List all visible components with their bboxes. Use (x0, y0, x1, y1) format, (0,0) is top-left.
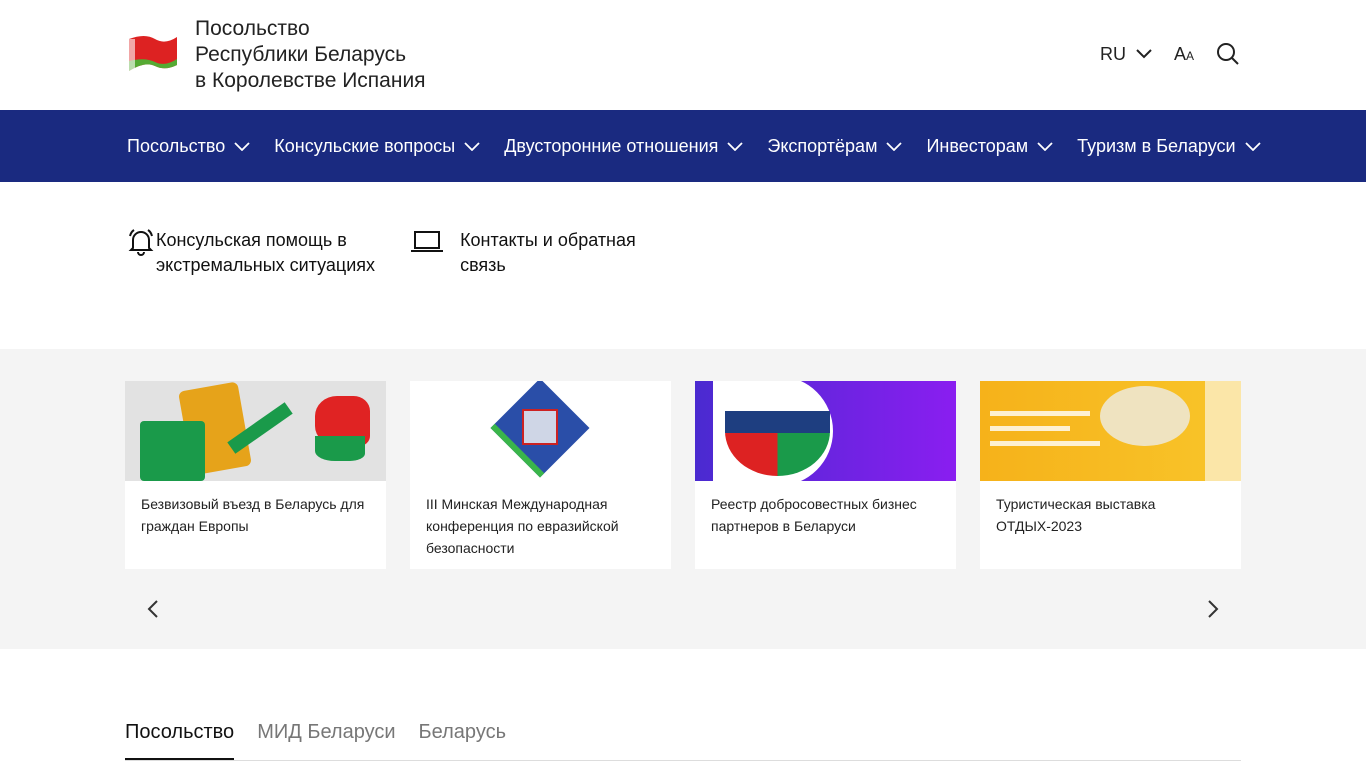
news-image-visa-free (125, 381, 386, 481)
quick-link-contacts[interactable]: Контакты и обратная связь (410, 228, 670, 278)
quick-link-label: Контакты и обратная связь (460, 230, 636, 275)
nav-label: Посольство (127, 135, 226, 156)
nav-label: Экспортёрам (767, 135, 878, 156)
chevron-down-icon (886, 141, 903, 151)
quick-link-label: Консульская помощь в экстремальных ситуа… (155, 230, 376, 275)
nav-item-consular[interactable]: Консульские вопросы (274, 136, 480, 157)
news-title: Туристическая выставка ОТДЫХ-2023 (996, 496, 1156, 534)
title-line: в Королевстве Испания (195, 69, 426, 92)
search-icon[interactable] (1216, 42, 1240, 66)
font-size-small: A (1185, 48, 1194, 63)
chevron-down-icon (1244, 141, 1261, 151)
main-nav: Посольство Консульские вопросы Двусторон… (0, 110, 1366, 182)
carousel-prev-button[interactable] (146, 599, 160, 619)
nav-label: Двусторонние отношения (504, 135, 719, 156)
tab-belarus[interactable]: Беларусь (419, 718, 506, 760)
site-header: Посольство Республики Беларусь в Королев… (0, 0, 1366, 110)
news-card[interactable]: Туристическая выставка ОТДЫХ-2023 (980, 381, 1241, 569)
language-selector[interactable]: RU (1100, 44, 1152, 65)
nav-item-embassy[interactable]: Посольство (127, 136, 250, 157)
news-card[interactable]: Реестр добросовестных бизнес партнеров в… (695, 381, 956, 569)
nav-item-bilateral[interactable]: Двусторонние отношения (504, 135, 744, 157)
bell-icon (128, 229, 154, 256)
news-card[interactable]: III Минская Международная конференция по… (410, 381, 671, 569)
title-line: Республики Беларусь (195, 43, 407, 66)
site-title[interactable]: Посольство Республики Беларусь в Королев… (195, 16, 426, 94)
chevron-down-icon (234, 141, 250, 151)
nav-item-tourism[interactable]: Туризм в Беларуси (1077, 135, 1261, 157)
nav-label: Туризм в Беларуси (1077, 135, 1236, 156)
nav-item-investors[interactable]: Инвесторам (926, 136, 1053, 157)
chevron-down-icon (727, 141, 744, 151)
belarus-flag-logo[interactable] (125, 33, 179, 75)
tab-embassy[interactable]: Посольство (125, 718, 235, 760)
news-image-registry (695, 381, 956, 481)
nav-label: Инвесторам (926, 135, 1029, 156)
news-title: Реестр добросовестных бизнес партнеров в… (711, 496, 917, 534)
tab-mfa[interactable]: МИД Беларуси (257, 718, 395, 760)
news-carousel: Безвизовый въезд в Беларусь для граждан … (0, 349, 1366, 649)
nav-label: Консульские вопросы (274, 135, 456, 156)
info-tabs: Посольство МИД Беларуси Беларусь (125, 718, 1241, 761)
quick-links: Консульская помощь в экстремальных ситуа… (0, 182, 1366, 349)
nav-item-exporters[interactable]: Экспортёрам (767, 135, 903, 157)
language-label: RU (1099, 43, 1126, 64)
news-title: Безвизовый въезд в Беларусь для граждан … (141, 496, 365, 534)
font-size-big: A (1173, 43, 1186, 64)
chevron-down-icon (464, 141, 480, 151)
chevron-down-icon (1136, 49, 1152, 59)
laptop-icon (411, 231, 443, 252)
news-image-conference (410, 381, 671, 481)
news-card[interactable]: Безвизовый въезд в Беларусь для граждан … (125, 381, 386, 569)
title-line: Посольство (195, 17, 310, 40)
chevron-down-icon (1037, 141, 1053, 151)
news-image-tourism-fair (980, 381, 1241, 481)
carousel-next-button[interactable] (1206, 599, 1220, 619)
news-title: III Минская Международная конференция по… (426, 496, 619, 556)
quick-link-emergency-help[interactable]: Консульская помощь в экстремальных ситуа… (127, 228, 387, 278)
font-size-button[interactable]: AA (1174, 44, 1194, 65)
